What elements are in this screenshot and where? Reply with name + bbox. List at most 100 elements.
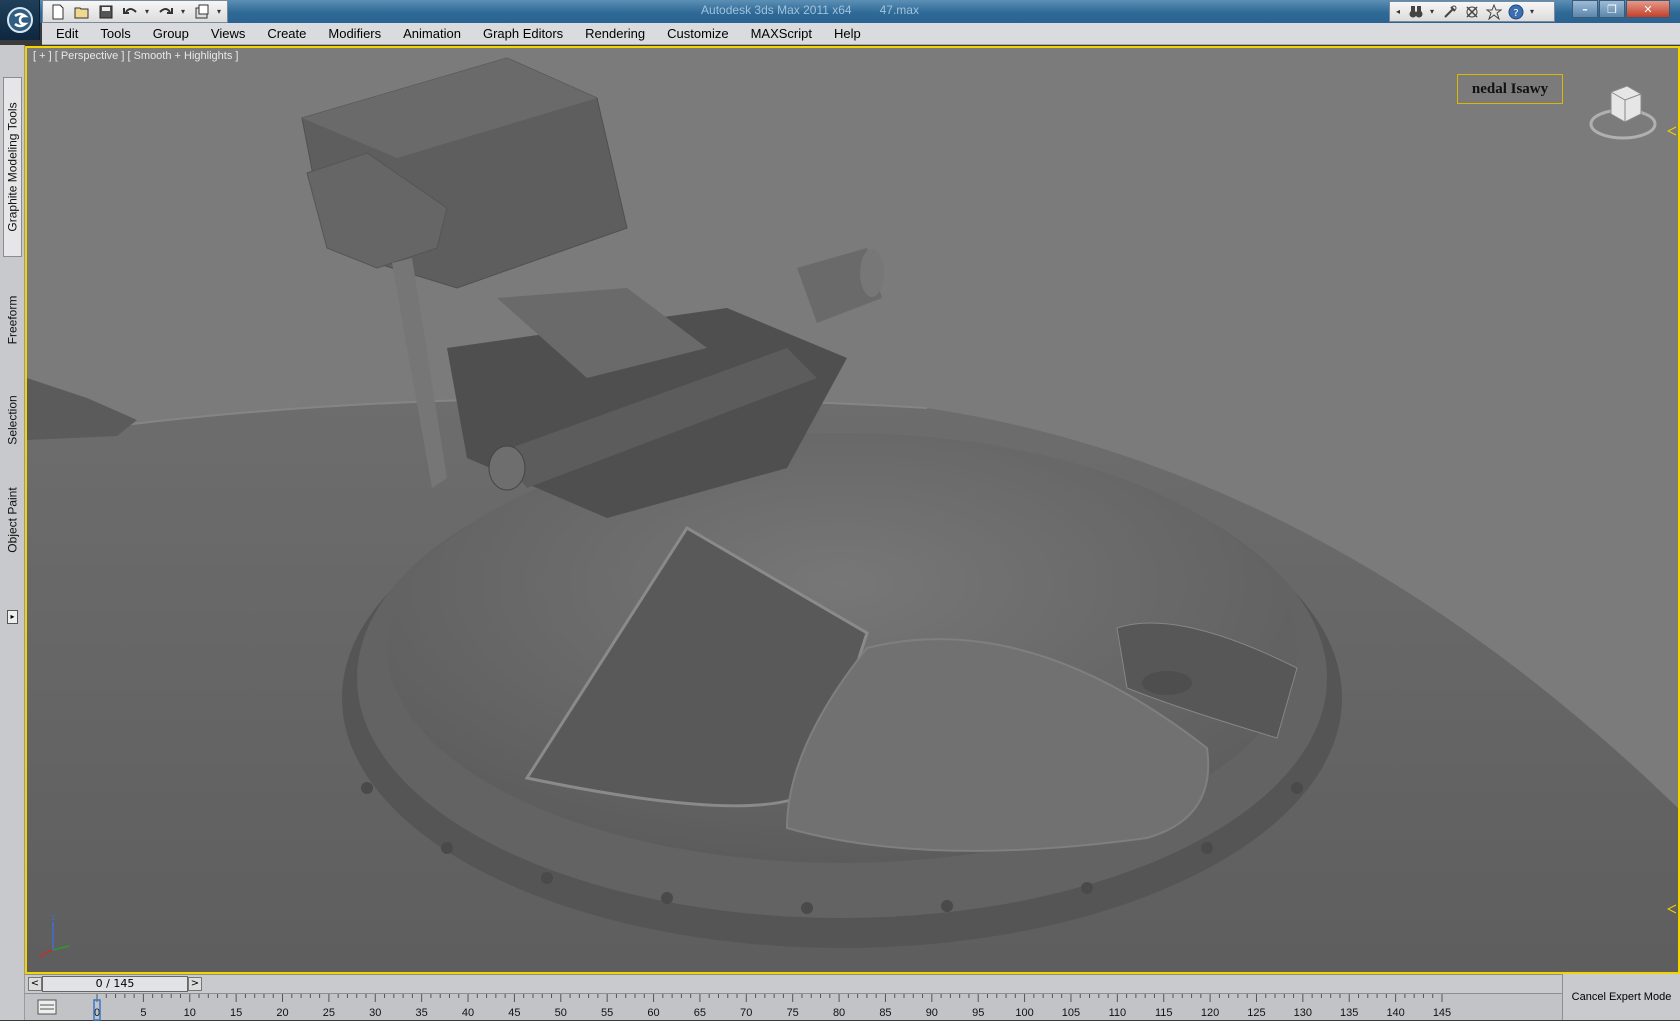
info-center-toolbar: ◂ ▾ ? ▾ <box>1389 1 1555 22</box>
ruler-tick-label: 75 <box>787 1007 799 1019</box>
menu-group[interactable]: Group <box>153 26 189 41</box>
scene-render <box>27 57 1678 972</box>
ruler-tick-label: 40 <box>462 1007 474 1019</box>
ribbon-expand-icon[interactable]: ▸ <box>7 610 18 624</box>
cancel-expert-mode-button[interactable]: Cancel Expert Mode <box>1572 991 1672 1003</box>
expert-mode-area: Cancel Expert Mode <box>1562 974 1680 1020</box>
ruler-tick-label: 105 <box>1062 1007 1080 1019</box>
help-icon[interactable]: ? <box>1508 4 1524 20</box>
menu-bar: Edit Tools Group Views Create Modifiers … <box>42 23 1680 45</box>
app-name: Autodesk 3ds Max 2011 x64 <box>701 3 852 17</box>
ruler-tick-label: 25 <box>323 1007 335 1019</box>
time-slider-next-button[interactable]: > <box>188 977 202 991</box>
viewport-label[interactable]: [ + ] [ Perspective ] [ Smooth + Highlig… <box>33 50 238 62</box>
menu-rendering[interactable]: Rendering <box>585 26 645 41</box>
toolbar-customize-dropdown-icon[interactable]: ▾ <box>217 7 223 16</box>
curve-editor-icon[interactable] <box>37 998 57 1016</box>
help-dropdown-icon[interactable]: ▾ <box>1530 7 1536 16</box>
svg-text:?: ? <box>1513 8 1518 19</box>
ruler-tick-label: 5 <box>140 1007 146 1019</box>
menu-customize[interactable]: Customize <box>667 26 728 41</box>
ruler-tick-label: 80 <box>833 1007 845 1019</box>
binoculars-icon[interactable] <box>1408 4 1424 20</box>
track-detail <box>27 378 137 440</box>
menu-maxscript[interactable]: MAXScript <box>751 26 812 41</box>
frame-ruler[interactable]: 0 5 10 15 20 25 30 35 40 45 50 55 60 65 70 75 80 85 90 95 10… <box>75 994 1562 1021</box>
collapse-arrow-icon[interactable]: ◂ <box>1396 7 1402 16</box>
project-folder-icon[interactable] <box>193 3 211 21</box>
subscription-icon[interactable] <box>1464 4 1480 20</box>
perspective-viewport[interactable]: [ + ] [ Perspective ] [ Smooth + Highlig… <box>25 46 1680 974</box>
ruler-tick-label: 145 <box>1433 1007 1451 1019</box>
rear-barrel-cap <box>860 249 884 297</box>
menu-create[interactable]: Create <box>267 26 306 41</box>
search-dropdown-icon[interactable]: ▾ <box>1430 7 1436 16</box>
viewport-marker-icon <box>1667 904 1677 914</box>
window-title: Autodesk 3ds Max 2011 x64 47.max <box>600 3 1020 17</box>
ruler-tick-label: 60 <box>647 1007 659 1019</box>
communication-icon[interactable] <box>1442 4 1458 20</box>
ruler-tick-label: 115 <box>1155 1007 1173 1019</box>
ruler-tick-label: 10 <box>184 1007 196 1019</box>
viewcube-icon[interactable] <box>1587 74 1659 146</box>
menu-edit[interactable]: Edit <box>56 26 78 41</box>
undo-dropdown-icon[interactable]: ▾ <box>145 7 151 16</box>
file-name: 47.max <box>879 3 919 17</box>
ruler-tick-label: 35 <box>416 1007 428 1019</box>
favorites-star-icon[interactable] <box>1486 3 1502 20</box>
ruler-tick-label: 110 <box>1109 1007 1127 1019</box>
time-slider: < 0 / 145 > <box>25 974 1562 993</box>
ruler-tick-label: 140 <box>1386 1007 1404 1019</box>
track-bar[interactable]: 0 5 10 15 20 25 30 35 40 45 50 55 60 65 70 75 80 85 90 95 10… <box>25 993 1562 1021</box>
ruler-tick-label: 95 <box>972 1007 984 1019</box>
menu-help[interactable]: Help <box>834 26 861 41</box>
menu-graph-editors[interactable]: Graph Editors <box>483 26 563 41</box>
redo-dropdown-icon[interactable]: ▾ <box>181 7 187 16</box>
restore-button[interactable]: ❐ <box>1599 0 1625 18</box>
menu-views[interactable]: Views <box>211 26 245 41</box>
ruler-tick-label: 50 <box>555 1007 567 1019</box>
periscope-mount <box>1142 671 1192 695</box>
ribbon-tab-graphite-modeling-tools[interactable]: Graphite Modeling Tools <box>3 77 22 257</box>
barrel-muzzle <box>488 445 526 491</box>
ruler-tick-label: 135 <box>1340 1007 1358 1019</box>
ruler-tick-label: 120 <box>1201 1007 1219 1019</box>
ruler-tick-label: 125 <box>1247 1007 1265 1019</box>
ruler-tick-label: 65 <box>694 1007 706 1019</box>
close-button[interactable]: ✕ <box>1626 0 1670 18</box>
application-menu-button[interactable] <box>0 0 40 40</box>
quick-access-toolbar: ▾ ▾ ▾ <box>42 0 228 23</box>
viewport-marker-icon <box>1667 126 1677 136</box>
graphite-ribbon: Graphite Modeling Tools Freeform Selecti… <box>0 45 25 1020</box>
undo-icon[interactable] <box>121 3 139 21</box>
ruler-tick-label: 70 <box>740 1007 752 1019</box>
open-file-icon[interactable] <box>73 3 91 21</box>
ruler-tick-label: 30 <box>369 1007 381 1019</box>
ribbon-tab-label: Object Paint <box>5 487 20 553</box>
menu-tools[interactable]: Tools <box>100 26 130 41</box>
ribbon-tab-object-paint[interactable]: Object Paint <box>3 475 22 565</box>
ruler-tick-label: 130 <box>1294 1007 1312 1019</box>
save-icon[interactable] <box>97 3 115 21</box>
ruler-tick-label: 15 <box>230 1007 242 1019</box>
axis-tripod-icon: z x <box>39 914 70 960</box>
redo-icon[interactable] <box>157 3 175 21</box>
svg-text:x: x <box>39 951 44 960</box>
minimize-button[interactable]: – <box>1572 0 1598 18</box>
menu-animation[interactable]: Animation <box>403 26 461 41</box>
time-slider-thumb[interactable]: 0 / 145 <box>42 976 188 992</box>
viewport-text-overlay: nedal Isawy <box>1457 74 1563 104</box>
time-slider-prev-button[interactable]: < <box>28 977 42 991</box>
ruler-tick-label: 20 <box>276 1007 288 1019</box>
new-file-icon[interactable] <box>49 3 67 21</box>
ribbon-tab-freeform[interactable]: Freeform <box>3 285 22 355</box>
menu-modifiers[interactable]: Modifiers <box>328 26 381 41</box>
3dsmax-logo-icon <box>6 7 33 33</box>
ribbon-tab-label: Selection <box>5 395 20 445</box>
ruler-tick-label: 55 <box>601 1007 613 1019</box>
ruler-tick-label: 85 <box>879 1007 891 1019</box>
ribbon-tab-selection[interactable]: Selection <box>3 385 22 455</box>
ruler-tick-label: 0 <box>94 1007 100 1019</box>
ruler-tick-label: 90 <box>926 1007 938 1019</box>
ruler-tick-label: 100 <box>1015 1007 1033 1019</box>
